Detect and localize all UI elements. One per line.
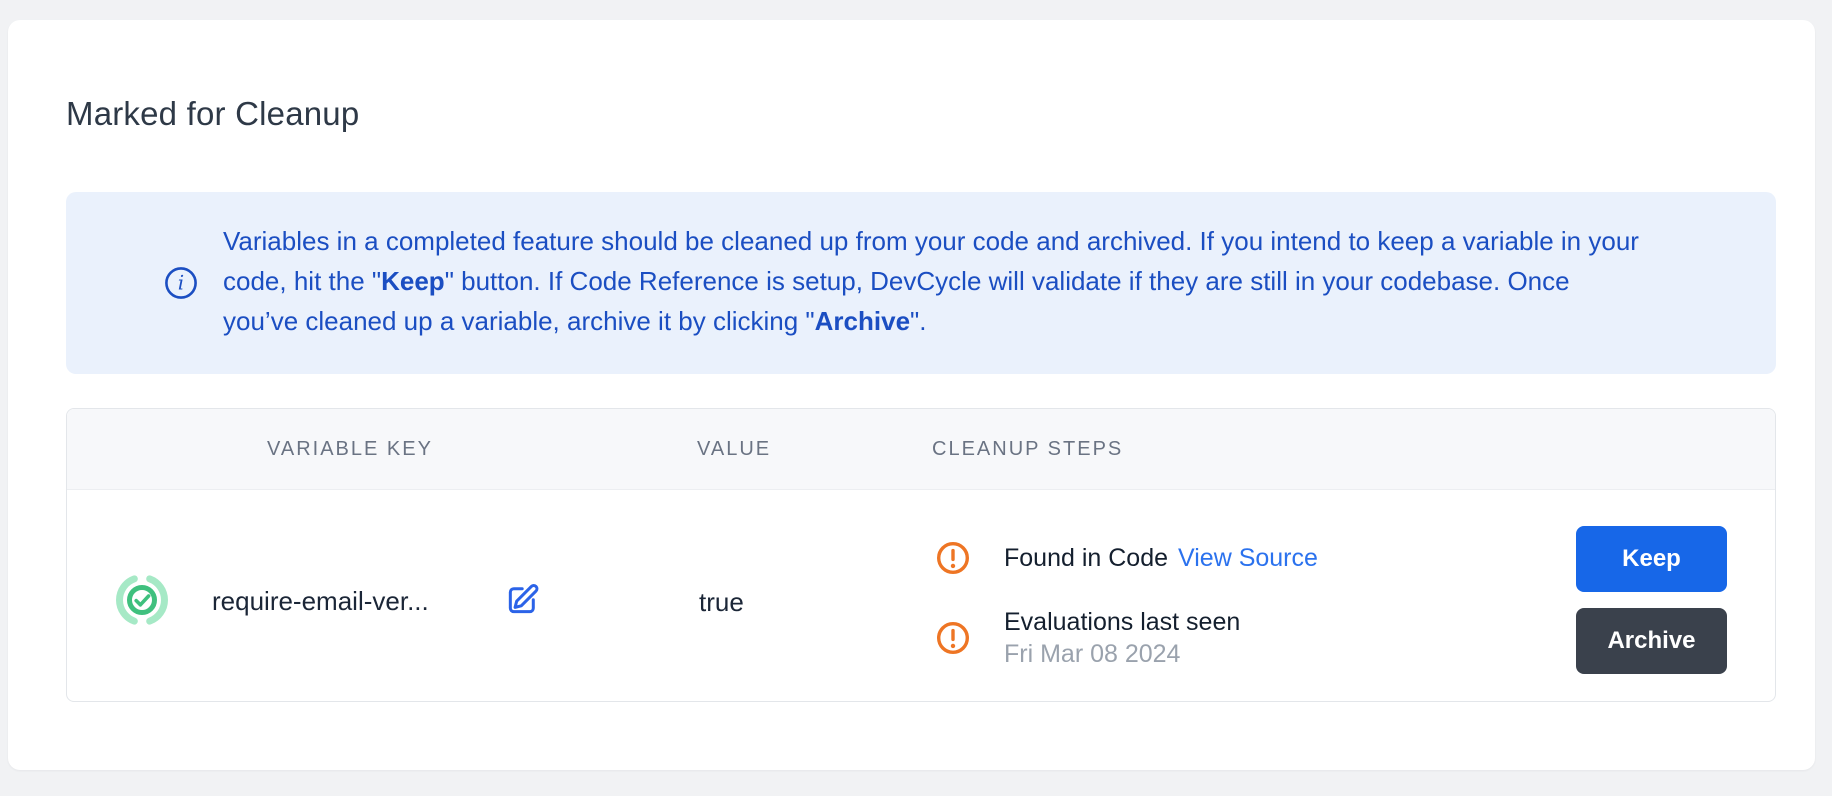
column-header-variable-key: VARIABLE KEY	[267, 409, 433, 489]
banner-line: you’ve cleaned up a variable, archive it…	[223, 301, 1740, 341]
column-header-cleanup-steps: CLEANUP STEPS	[932, 409, 1123, 489]
keep-button[interactable]: Keep	[1576, 526, 1727, 592]
column-header-value: VALUE	[697, 409, 771, 489]
banner-line: code, hit the "Keep" button. If Code Ref…	[223, 261, 1740, 301]
banner-text: Variables in a completed feature should …	[223, 221, 1740, 341]
cleanup-table: VARIABLE KEY VALUE CLEANUP STEPS require…	[66, 408, 1776, 702]
svg-text:i: i	[178, 271, 184, 295]
variable-value: true	[699, 586, 744, 618]
cleanup-step-evaluations: Evaluations last seen Fri Mar 08 2024	[935, 607, 1240, 669]
page-title: Marked for Cleanup	[66, 96, 359, 132]
edit-pencil-icon	[504, 606, 542, 621]
info-icon: i	[164, 266, 198, 300]
found-in-code-label: Found in Code	[1004, 544, 1168, 572]
marked-for-cleanup-card: Marked for Cleanup i Variables in a comp…	[8, 20, 1815, 770]
view-source-link[interactable]: View Source	[1178, 544, 1318, 572]
warning-icon	[935, 620, 971, 656]
banner-line: Variables in a completed feature should …	[223, 221, 1740, 261]
variable-key-text: require-email-ver...	[212, 585, 429, 617]
edit-variable-button[interactable]	[504, 580, 542, 618]
table-header: VARIABLE KEY VALUE CLEANUP STEPS	[67, 409, 1775, 490]
warning-icon	[935, 540, 971, 576]
archive-button[interactable]: Archive	[1576, 608, 1727, 674]
cleanup-step-found-in-code: Found in Code View Source	[935, 540, 1318, 576]
variable-status-check-icon	[114, 572, 170, 628]
evaluations-date: Fri Mar 08 2024	[1004, 639, 1240, 669]
evaluations-label: Evaluations last seen	[1004, 607, 1240, 637]
page: { "page_title": "Marked for Cleanup", "b…	[0, 0, 1832, 796]
info-banner: i Variables in a completed feature shoul…	[66, 192, 1776, 374]
